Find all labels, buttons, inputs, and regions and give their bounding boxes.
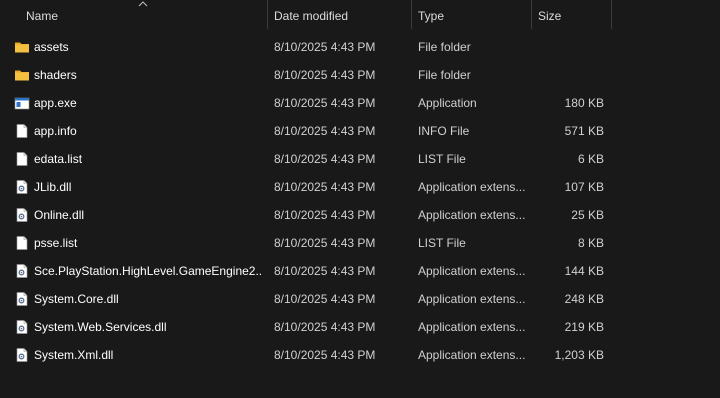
file-size bbox=[532, 33, 604, 61]
file-size: 144 KB bbox=[564, 264, 604, 278]
file-type: Application extens... bbox=[418, 208, 526, 222]
file-type: LIST File bbox=[418, 152, 466, 166]
dll-icon bbox=[14, 319, 30, 335]
file-date-modified: 8/10/2025 4:43 PM bbox=[274, 96, 376, 110]
file-size: 248 KB bbox=[564, 292, 604, 306]
file-row[interactable]: shaders 8/10/2025 4:43 PM File folder bbox=[0, 61, 720, 89]
column-divider[interactable] bbox=[611, 0, 612, 29]
file-date-modified: 8/10/2025 4:43 PM bbox=[274, 180, 376, 194]
folder-icon bbox=[14, 67, 30, 83]
file-name: System.Xml.dll bbox=[34, 348, 114, 362]
file-row[interactable]: Sce.PlayStation.HighLevel.GameEngine2...… bbox=[0, 257, 720, 285]
dll-icon bbox=[14, 207, 30, 223]
file-date-modified: 8/10/2025 4:43 PM bbox=[274, 40, 376, 54]
dll-icon bbox=[14, 347, 30, 363]
file-icon bbox=[14, 151, 30, 167]
application-icon bbox=[14, 95, 30, 111]
file-size: 1,203 KB bbox=[554, 348, 604, 362]
file-row[interactable]: app.info 8/10/2025 4:43 PM INFO File 571 KB bbox=[0, 117, 720, 145]
file-type: File folder bbox=[418, 68, 471, 82]
column-header-size[interactable]: Size bbox=[532, 0, 611, 32]
file-row[interactable]: Online.dll 8/10/2025 4:43 PM Application e… bbox=[0, 201, 720, 229]
file-type: Application bbox=[418, 96, 477, 110]
file-row[interactable]: System.Web.Services.dll 8/10/2025 4:43 PM… bbox=[0, 313, 720, 341]
file-type: Application extens... bbox=[418, 292, 526, 306]
file-size bbox=[532, 61, 604, 89]
file-icon bbox=[14, 235, 30, 251]
file-name: shaders bbox=[34, 68, 77, 82]
column-header-type[interactable]: Type bbox=[412, 0, 531, 32]
file-row[interactable]: edata.list 8/10/2025 4:43 PM LIST File 6 KB bbox=[0, 145, 720, 173]
file-type: Application extens... bbox=[418, 264, 526, 278]
dll-icon bbox=[14, 291, 30, 307]
file-name: app.exe bbox=[34, 96, 77, 110]
file-size: 180 KB bbox=[564, 96, 604, 110]
file-size: 571 KB bbox=[564, 124, 604, 138]
file-row[interactable]: assets 8/10/2025 4:43 PM File folder bbox=[0, 33, 720, 61]
file-date-modified: 8/10/2025 4:43 PM bbox=[274, 348, 376, 362]
dll-icon bbox=[14, 263, 30, 279]
file-date-modified: 8/10/2025 4:43 PM bbox=[274, 292, 376, 306]
file-date-modified: 8/10/2025 4:43 PM bbox=[274, 68, 376, 82]
file-list: assets 8/10/2025 4:43 PM File folder shader… bbox=[0, 33, 720, 369]
file-size: 25 KB bbox=[571, 208, 604, 222]
file-type: INFO File bbox=[418, 124, 470, 138]
file-name: edata.list bbox=[34, 152, 83, 166]
file-type: Application extens... bbox=[418, 320, 526, 334]
column-header-date-modified[interactable]: Date modified bbox=[268, 0, 411, 32]
dll-icon bbox=[14, 179, 30, 195]
file-row[interactable]: psse.list 8/10/2025 4:43 PM LIST File 8 KB bbox=[0, 229, 720, 257]
file-date-modified: 8/10/2025 4:43 PM bbox=[274, 236, 376, 250]
file-name: JLib.dll bbox=[34, 180, 72, 194]
file-date-modified: 8/10/2025 4:43 PM bbox=[274, 124, 376, 138]
folder-icon bbox=[14, 39, 30, 55]
file-name: app.info bbox=[34, 124, 77, 138]
file-size: 219 KB bbox=[564, 320, 604, 334]
sort-ascending-icon bbox=[138, 1, 148, 7]
column-header-bar: Name Date modified Type Size bbox=[0, 0, 720, 32]
file-name: System.Web.Services.dll bbox=[34, 320, 167, 334]
file-type: Application extens... bbox=[418, 180, 526, 194]
file-name: Online.dll bbox=[34, 208, 85, 222]
file-icon bbox=[14, 123, 30, 139]
file-type: LIST File bbox=[418, 236, 466, 250]
file-row[interactable]: System.Xml.dll 8/10/2025 4:43 PM Applicati… bbox=[0, 341, 720, 369]
file-row[interactable]: JLib.dll 8/10/2025 4:43 PM Application ext… bbox=[0, 173, 720, 201]
file-date-modified: 8/10/2025 4:43 PM bbox=[274, 152, 376, 166]
file-size: 107 KB bbox=[564, 180, 604, 194]
file-date-modified: 8/10/2025 4:43 PM bbox=[274, 208, 376, 222]
file-row[interactable]: System.Core.dll 8/10/2025 4:43 PM Applicat… bbox=[0, 285, 720, 313]
file-size: 8 KB bbox=[577, 236, 604, 250]
file-type: Application extens... bbox=[418, 348, 526, 362]
file-date-modified: 8/10/2025 4:43 PM bbox=[274, 320, 376, 334]
file-date-modified: 8/10/2025 4:43 PM bbox=[274, 264, 376, 278]
file-name: System.Core.dll bbox=[34, 292, 119, 306]
file-size: 6 KB bbox=[577, 152, 604, 166]
file-type: File folder bbox=[418, 40, 471, 54]
file-name: Sce.PlayStation.HighLevel.GameEngine2... bbox=[34, 264, 262, 278]
file-row[interactable]: app.exe 8/10/2025 4:43 PM Application 180 K… bbox=[0, 89, 720, 117]
file-name: psse.list bbox=[34, 236, 78, 250]
file-name: assets bbox=[34, 40, 69, 54]
